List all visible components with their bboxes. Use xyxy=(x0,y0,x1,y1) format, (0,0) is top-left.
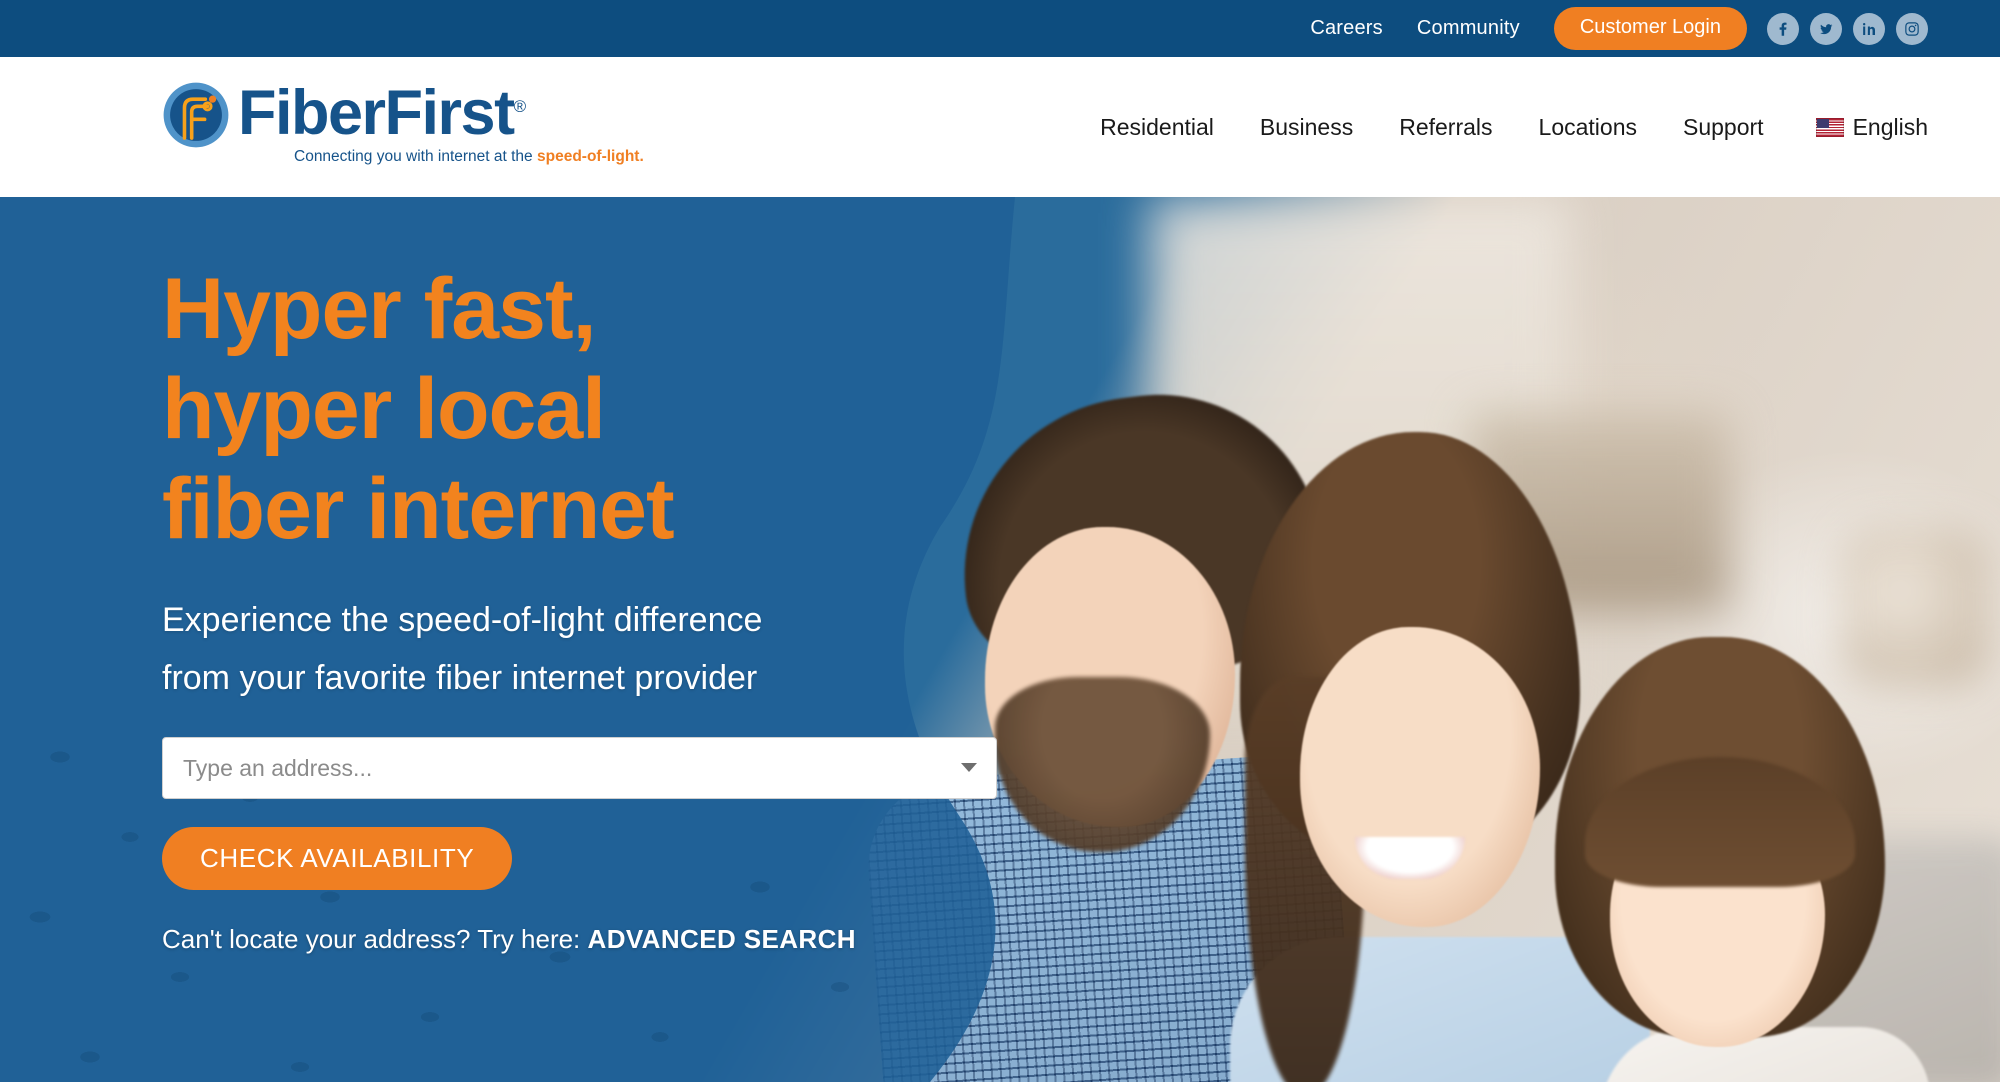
headline-line-1: Hyper fast, xyxy=(162,261,597,357)
language-label: English xyxy=(1852,113,1928,140)
nav-business[interactable]: Business xyxy=(1260,114,1353,141)
tagline-prefix: Connecting you with internet at the xyxy=(294,148,537,165)
logo-tagline: Connecting you with internet at the spee… xyxy=(294,148,644,166)
address-input[interactable] xyxy=(162,737,997,799)
language-selector[interactable]: English xyxy=(1815,113,1928,141)
hero-section: Hyper fast, hyper local fiber internet E… xyxy=(0,197,2000,1082)
twitter-icon[interactable] xyxy=(1810,12,1842,45)
address-search-row xyxy=(162,737,997,799)
helper-text: Can't locate your address? Try here: xyxy=(162,924,588,954)
advanced-search-helper: Can't locate your address? Try here: ADV… xyxy=(162,924,1062,955)
social-links xyxy=(1767,12,1928,45)
subhead-line-2: from your favorite fiber internet provid… xyxy=(162,659,758,697)
careers-link[interactable]: Careers xyxy=(1310,17,1383,40)
tagline-accent: speed-of-light. xyxy=(536,148,644,165)
main-navigation: Residential Business Referrals Locations… xyxy=(1054,57,1928,197)
nav-support[interactable]: Support xyxy=(1683,114,1764,141)
instagram-icon[interactable] xyxy=(1896,12,1928,45)
hero-subheadline: Experience the speed-of-light difference… xyxy=(162,591,1062,707)
logo-word-first: First xyxy=(384,78,516,148)
headline-line-3: fiber internet xyxy=(162,461,675,557)
logo-wordmark: FiberFirst® xyxy=(238,75,644,145)
registered-mark: ® xyxy=(513,97,527,116)
logo[interactable]: FiberFirst® Connecting you with internet… xyxy=(160,75,644,166)
nav-locations[interactable]: Locations xyxy=(1539,114,1637,141)
community-link[interactable]: Community xyxy=(1417,17,1520,40)
woman-face xyxy=(1300,627,1540,927)
nav-referrals[interactable]: Referrals xyxy=(1399,114,1492,141)
fiberfirst-logo-icon xyxy=(163,82,229,148)
hero-headline: Hyper fast, hyper local fiber internet xyxy=(162,259,1062,559)
headline-line-2: hyper local xyxy=(162,361,606,457)
top-utility-bar: Careers Community Customer Login xyxy=(0,0,2000,57)
room-lamp xyxy=(1840,527,1990,687)
page-root: Careers Community Customer Login FiberFi… xyxy=(0,0,2000,1082)
check-availability-button[interactable]: CHECK AVAILABILITY xyxy=(162,827,513,890)
logo-word-fiber: Fiber xyxy=(238,78,386,148)
hero-content: Hyper fast, hyper local fiber internet E… xyxy=(162,197,1062,955)
linkedin-icon[interactable] xyxy=(1853,12,1885,45)
nav-residential[interactable]: Residential xyxy=(1100,114,1214,141)
facebook-icon[interactable] xyxy=(1767,12,1799,45)
site-header: FiberFirst® Connecting you with internet… xyxy=(0,57,2000,197)
us-flag-icon xyxy=(1815,117,1844,137)
advanced-search-link[interactable]: ADVANCED SEARCH xyxy=(588,924,856,954)
subhead-line-1: Experience the speed-of-light difference xyxy=(162,601,763,639)
customer-login-button[interactable]: Customer Login xyxy=(1553,7,1747,50)
